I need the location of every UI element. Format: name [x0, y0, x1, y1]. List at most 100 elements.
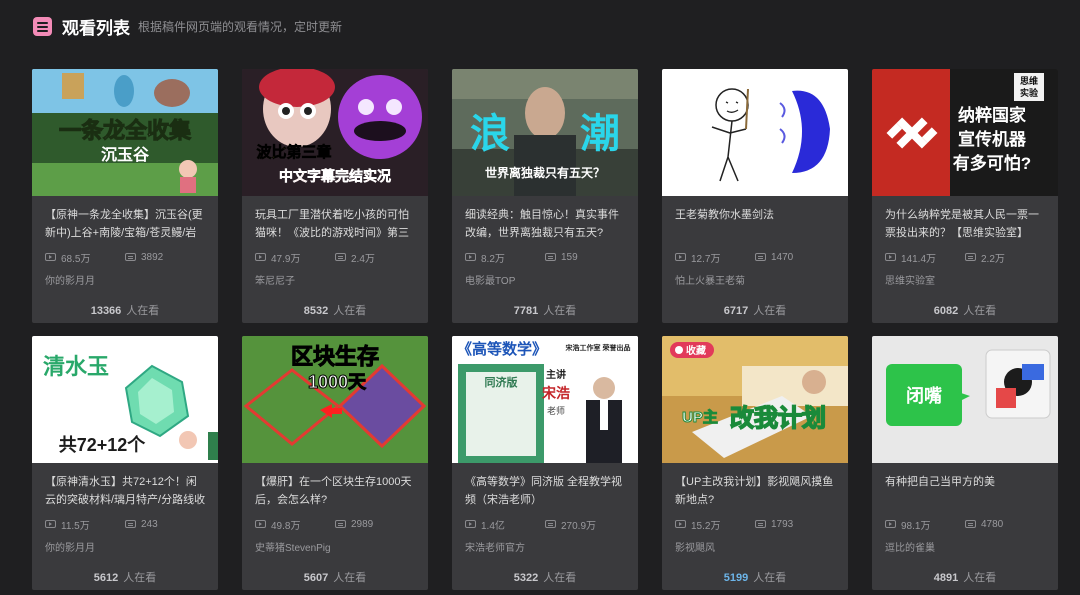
video-card[interactable]: 闭嘴 有种把自己当甲方的美 98.1万 4780 逗比的雀巢 4891 人在看	[872, 336, 1058, 590]
video-thumbnail[interactable]: 思维 实验 纳粹国家 宣传机器 有多可怕?	[872, 69, 1058, 196]
video-title[interactable]: 玩具工厂里潜伏着吃小孩的可怕猫咪！《波比的游戏时间》第三章中	[255, 206, 417, 242]
video-thumbnail[interactable]: 收藏 UP主 改我计划	[662, 336, 848, 463]
video-title[interactable]: 《高等数学》同济版 全程教学视频（宋浩老师）	[465, 473, 627, 509]
video-stats: 98.1万 4780	[885, 517, 1045, 532]
video-title[interactable]: 为什么纳粹党是被其人民一票一票投出来的？【思维实验室】	[885, 206, 1047, 242]
svg-text:共72+12个: 共72+12个	[59, 434, 147, 455]
svg-text:浪: 浪	[470, 112, 510, 156]
video-title[interactable]: 细读经典：触目惊心！真实事件改编，世界离独裁只有五天?	[465, 206, 627, 242]
video-thumbnail[interactable]: 一条龙全收集 沉玉谷	[32, 69, 218, 196]
danmaku-icon	[755, 253, 766, 261]
uploader-name[interactable]: 影视飓风	[675, 539, 715, 554]
video-thumbnail[interactable]: 闭嘴	[872, 336, 1058, 463]
view-count: 68.5万	[61, 253, 91, 265]
danmaku-icon	[965, 520, 976, 528]
svg-text:中文字幕完结实况: 中文字幕完结实况	[279, 168, 391, 184]
watching-count: 5607 人在看	[303, 572, 367, 584]
video-thumbnail[interactable]	[662, 69, 848, 196]
svg-text:主讲: 主讲	[546, 368, 566, 381]
page-title: 观看列表	[62, 18, 130, 38]
view-count: 141.4万	[901, 253, 937, 265]
video-card[interactable]: 波比第三章 中文字幕完结实况 玩具工厂里潜伏着吃小孩的可怕猫咪！《波比的游戏时间…	[242, 69, 428, 323]
play-count-icon	[45, 520, 56, 528]
uploader-name[interactable]: 史蒂猪StevenPig	[255, 539, 331, 554]
view-count: 47.9万	[271, 253, 301, 265]
view-count: 98.1万	[901, 520, 931, 532]
video-title[interactable]: 有种把自己当甲方的美	[885, 473, 1047, 509]
play-count-icon	[45, 253, 56, 261]
svg-text:宋浩: 宋浩	[541, 385, 570, 401]
uploader-name[interactable]: 思维实验室	[885, 272, 935, 287]
play-count-icon	[465, 253, 476, 261]
danmaku-icon	[335, 253, 346, 261]
watching-count: 13366 人在看	[90, 305, 160, 317]
watching-count: 4891 人在看	[933, 572, 997, 584]
svg-text:有多可怕?: 有多可怕?	[953, 153, 1031, 173]
video-thumbnail[interactable]: 浪 潮 世界离独裁只有五天？	[452, 69, 638, 196]
video-card[interactable]: 一条龙全收集 沉玉谷 【原神一条龙全收集】沉玉谷(更新中)上谷+南陵/宝箱/苍灵…	[32, 69, 218, 323]
video-stats: 1.4亿 270.9万	[465, 517, 625, 532]
video-card[interactable]: 收藏 UP主 改我计划 【UP主改我计划】影视飓风摸鱼新地点? 15.2万 17…	[662, 336, 848, 590]
video-card[interactable]: 思维 实验 纳粹国家 宣传机器 有多可怕? 为什么纳粹党是被其人民一票一票投出来…	[872, 69, 1058, 323]
svg-text:潮: 潮	[580, 112, 620, 156]
danmaku-count: 270.9万	[561, 520, 597, 532]
uploader-name[interactable]: 你的影月月	[45, 539, 95, 554]
uploader-name[interactable]: 你的影月月	[45, 272, 95, 287]
uploader-name[interactable]: 笨尼尼子	[255, 272, 295, 287]
danmaku-count: 2.2万	[981, 253, 1005, 265]
page-header: 观看列表 根据稿件网页端的观看情况，定时更新	[33, 14, 342, 38]
danmaku-count: 1470	[771, 251, 794, 263]
video-stats: 49.8万 2989	[255, 517, 415, 532]
video-title[interactable]: 王老菊教你水墨剑法	[675, 206, 837, 242]
video-thumbnail[interactable]: 波比第三章 中文字幕完结实况	[242, 69, 428, 196]
play-count-icon	[675, 520, 686, 528]
uploader-name[interactable]: 电影最TOP	[465, 272, 515, 287]
video-stats: 68.5万 3892	[45, 250, 205, 265]
video-stats: 12.7万 1470	[675, 250, 835, 265]
video-card[interactable]: 浪 潮 世界离独裁只有五天？ 细读经典：触目惊心！真实事件改编，世界离独裁只有五…	[452, 69, 638, 323]
video-card[interactable]: 《高等数学》 宋浩工作室 荣誉出品 同济版 主讲 宋浩 老师 《高等数学》同济版…	[452, 336, 638, 590]
view-count: 15.2万	[691, 520, 721, 532]
video-card[interactable]: 清水玉 共72+12个 【原神清水玉】共72+12个！闲云的突破材料/璃月特产/…	[32, 336, 218, 590]
list-icon	[33, 16, 52, 36]
svg-text:宋浩工作室 荣誉出品: 宋浩工作室 荣誉出品	[565, 343, 631, 352]
danmaku-count: 4780	[981, 518, 1004, 530]
video-title[interactable]: 【UP主改我计划】影视飓风摸鱼新地点?	[675, 473, 837, 509]
danmaku-count: 243	[141, 518, 158, 530]
video-card[interactable]: 区块生存 1000天 【爆肝】在一个区块生存1000天后，会怎么样? 49.8万…	[242, 336, 428, 590]
svg-text:同济版: 同济版	[485, 375, 518, 389]
video-stats: 47.9万 2.4万	[255, 250, 415, 265]
page-subtitle: 根据稿件网页端的观看情况，定时更新	[138, 19, 343, 34]
svg-text:清水玉: 清水玉	[43, 354, 109, 379]
video-stats: 15.2万 1793	[675, 517, 835, 532]
uploader-name[interactable]: 宋浩老师官方	[465, 539, 525, 554]
play-count-icon	[885, 253, 896, 261]
svg-text:思维: 思维	[1020, 75, 1038, 86]
video-thumbnail[interactable]: 清水玉 共72+12个	[32, 336, 218, 463]
svg-text:宣传机器: 宣传机器	[958, 129, 1027, 149]
video-title[interactable]: 【原神一条龙全收集】沉玉谷(更新中)上谷+南陵/宝箱/苍灵鳗/岩之	[45, 206, 207, 242]
video-card[interactable]: 王老菊教你水墨剑法 12.7万 1470 怕上火暴王老菊 6717 人在看	[662, 69, 848, 323]
svg-text:纳粹国家: 纳粹国家	[958, 105, 1026, 125]
view-count: 11.5万	[61, 520, 90, 532]
watching-count: 5612 人在看	[93, 572, 157, 584]
svg-text:收藏: 收藏	[686, 344, 706, 357]
video-title[interactable]: 【原神清水玉】共72+12个！闲云的突破材料/璃月特产/分路线收	[45, 473, 207, 509]
danmaku-count: 2.4万	[351, 253, 375, 265]
watching-count: 5322 人在看	[513, 572, 577, 584]
danmaku-icon	[335, 520, 346, 528]
svg-text:闭嘴: 闭嘴	[906, 385, 942, 406]
play-count-icon	[675, 253, 686, 261]
view-count: 1.4亿	[481, 520, 505, 532]
play-count-icon	[465, 520, 476, 528]
video-thumbnail[interactable]: 区块生存 1000天	[242, 336, 428, 463]
video-stats: 141.4万 2.2万	[885, 250, 1045, 265]
danmaku-count: 2989	[351, 518, 374, 530]
watching-count: 6717 人在看	[723, 305, 787, 317]
video-thumbnail[interactable]: 《高等数学》 宋浩工作室 荣誉出品 同济版 主讲 宋浩 老师	[452, 336, 638, 463]
svg-text:一条龙全收集: 一条龙全收集	[59, 118, 192, 143]
video-title[interactable]: 【爆肝】在一个区块生存1000天后，会怎么样?	[255, 473, 417, 509]
uploader-name[interactable]: 怕上火暴王老菊	[675, 272, 745, 287]
danmaku-icon	[755, 520, 766, 528]
uploader-name[interactable]: 逗比的雀巢	[885, 539, 935, 554]
